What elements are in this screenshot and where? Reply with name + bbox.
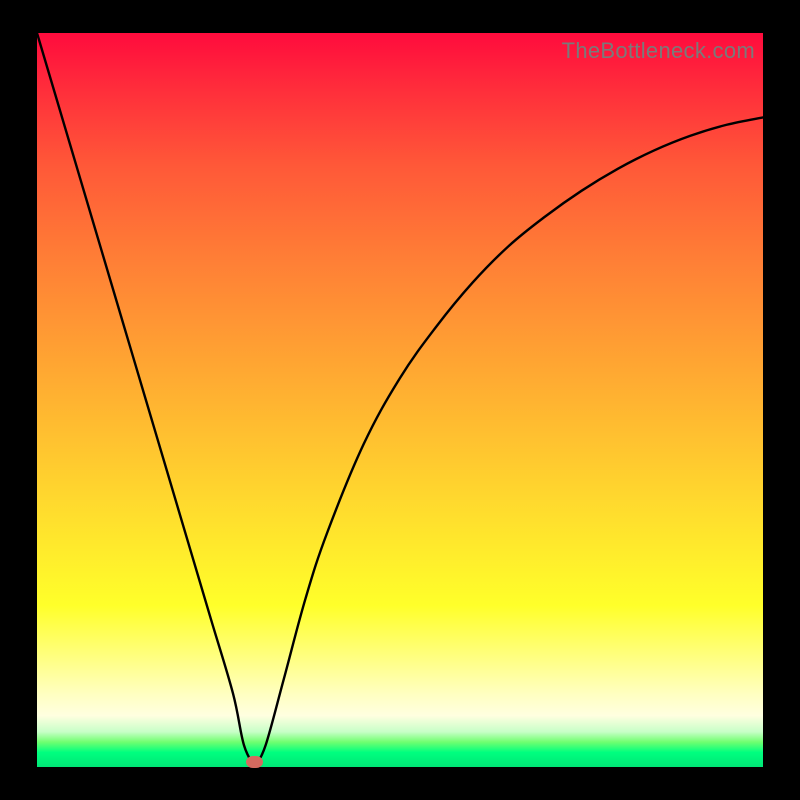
chart-frame: TheBottleneck.com <box>0 0 800 800</box>
curve-svg <box>37 33 763 767</box>
minimum-marker <box>246 756 263 768</box>
bottleneck-curve-path <box>37 33 763 767</box>
plot-area: TheBottleneck.com <box>37 33 763 767</box>
